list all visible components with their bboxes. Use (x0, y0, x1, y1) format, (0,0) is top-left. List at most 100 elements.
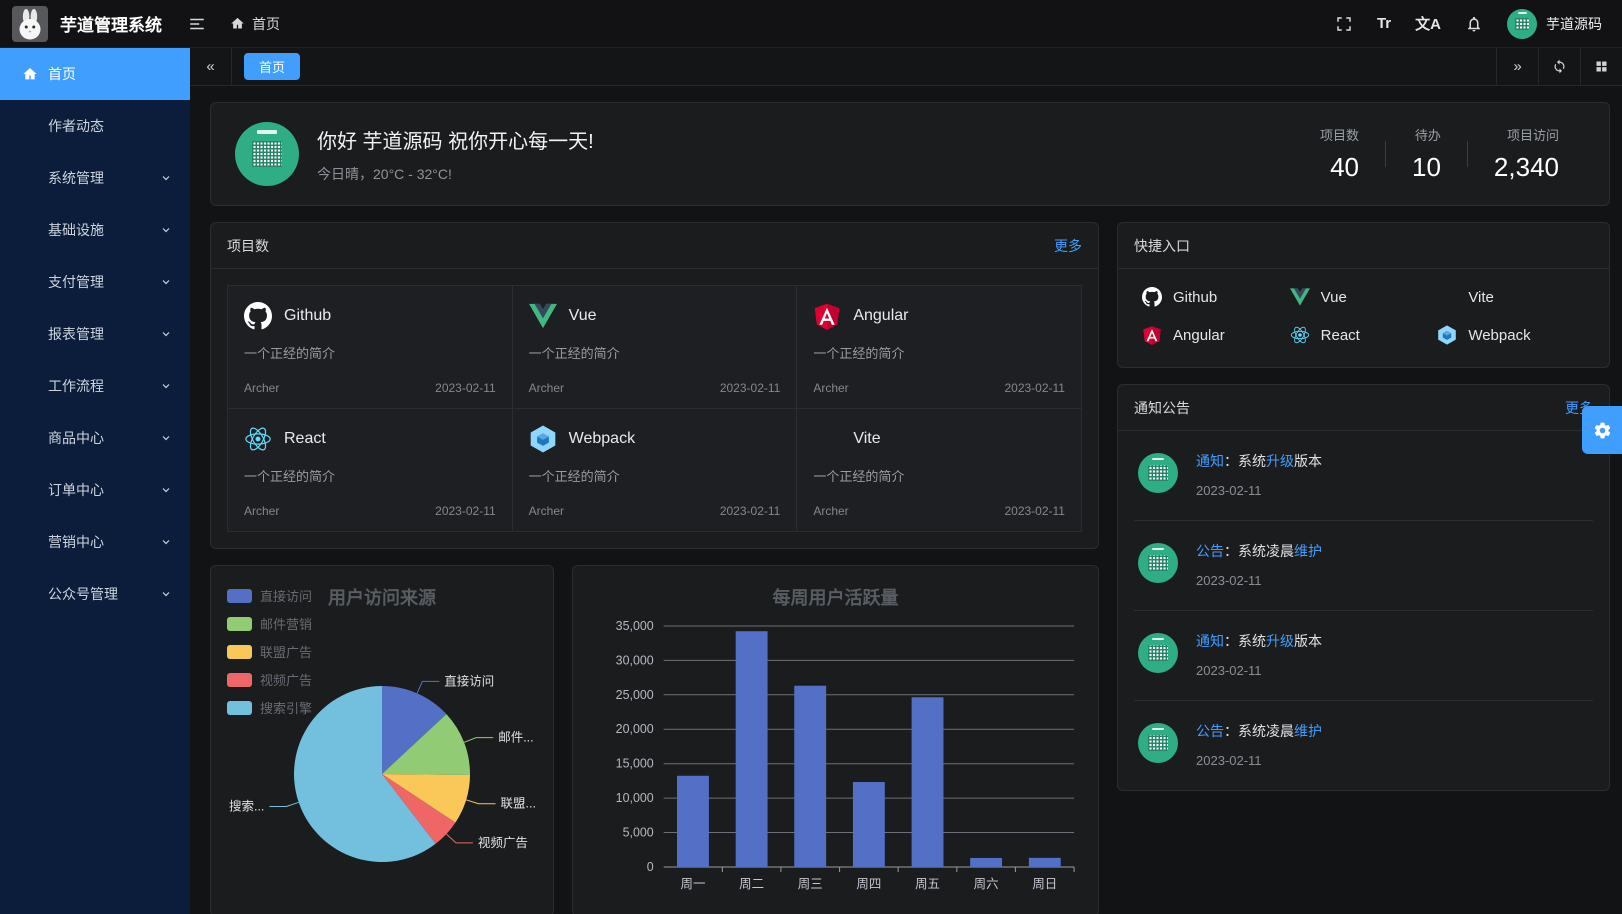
sidebar-item-7[interactable]: 商品中心 (0, 412, 190, 464)
bar-5 (970, 858, 1002, 867)
pie-label: 视频广告 (478, 835, 528, 850)
pie-legend: 直接访问 邮件营销 联盟广告 视频广告 搜索引擎 (227, 586, 312, 717)
sidebar: 首页作者动态系统管理基础设施支付管理报表管理工作流程商品中心订单中心营销中心公众… (0, 48, 190, 914)
projects-more-link[interactable]: 更多 (1054, 236, 1082, 256)
shortcut-label: Vue (1321, 289, 1347, 306)
notices-card: 通知公告 更多 通知：系统升级版本 2023-02-11 公告：系统凌晨维护 2… (1117, 384, 1610, 791)
github-icon (244, 302, 272, 330)
notice-avatar (1138, 453, 1178, 493)
project-name: Webpack (569, 430, 635, 448)
y-tick-label: 10,000 (616, 791, 654, 805)
github-icon (1142, 287, 1162, 307)
sidebar-item-9[interactable]: 营销中心 (0, 516, 190, 568)
vue-icon (529, 302, 557, 330)
locale-button[interactable]: 文A (1415, 13, 1441, 34)
collapse-sidebar-button[interactable] (188, 15, 206, 33)
react-icon (244, 425, 272, 453)
legend-swatch (227, 645, 252, 659)
pie-label-line (464, 738, 493, 743)
project-author: Archer (813, 381, 848, 395)
sidebar-item-1[interactable]: 作者动态 (0, 100, 190, 152)
home-icon (230, 16, 245, 31)
project-author: Archer (244, 381, 279, 395)
sidebar-item-label: 支付管理 (48, 272, 160, 292)
fullscreen-button[interactable] (1335, 15, 1353, 33)
pie-legend-item-2[interactable]: 联盟广告 (227, 642, 312, 661)
pie-legend-item-4[interactable]: 搜索引擎 (227, 698, 312, 717)
shortcut-label: Webpack (1468, 327, 1530, 344)
pie-legend-item-3[interactable]: 视频广告 (227, 670, 312, 689)
legend-swatch (227, 617, 252, 631)
sidebar-item-10[interactable]: 公众号管理 (0, 568, 190, 620)
notice-text-segment: ：系统 (1224, 633, 1266, 649)
tabs-scroll-left-button[interactable]: « (190, 48, 232, 85)
sidebar-item-4[interactable]: 支付管理 (0, 256, 190, 308)
project-tile-webpack[interactable]: Webpack 一个正经的简介 Archer 2023-02-11 (513, 409, 797, 531)
bar-chart-card: 每周用户活跃量 05,00010,00015,00020,00025,00030… (572, 565, 1099, 914)
notice-text-segment: ：系统 (1224, 453, 1266, 469)
grid-icon (1594, 59, 1609, 74)
pie-label-line (466, 800, 495, 804)
sidebar-item-label: 系统管理 (48, 168, 160, 188)
notifications-button[interactable] (1465, 15, 1483, 33)
sidebar-item-label: 首页 (48, 64, 172, 84)
legend-label: 联盟广告 (260, 642, 312, 661)
project-tile-react[interactable]: React 一个正经的简介 Archer 2023-02-11 (228, 409, 512, 531)
notice-title: 通知：系统升级版本 (1196, 451, 1322, 471)
sidebar-item-0[interactable]: 首页 (0, 48, 190, 100)
angular-icon (1142, 325, 1162, 345)
chevron-down-icon (160, 380, 172, 392)
refresh-page-button[interactable] (1538, 48, 1580, 85)
shortcut-react[interactable]: React (1290, 325, 1438, 345)
shortcut-github[interactable]: Github (1142, 287, 1290, 307)
welcome-stat: 项目数 40 (1294, 125, 1385, 183)
pie-legend-item-0[interactable]: 直接访问 (227, 586, 312, 605)
y-tick-label: 20,000 (616, 722, 654, 736)
project-tile-github[interactable]: Github 一个正经的简介 Archer 2023-02-11 (228, 286, 512, 408)
chevron-down-icon (160, 276, 172, 288)
legend-label: 搜索引擎 (260, 698, 312, 717)
sidebar-item-label: 商品中心 (48, 428, 160, 448)
project-tile-vite[interactable]: Vite 一个正经的简介 Archer 2023-02-11 (797, 409, 1081, 531)
shortcut-webpack[interactable]: Webpack (1437, 325, 1585, 345)
bar-6 (1029, 858, 1061, 867)
project-tile-vue[interactable]: Vue 一个正经的简介 Archer 2023-02-11 (513, 286, 797, 408)
theme-settings-button[interactable] (1582, 406, 1622, 454)
shortcut-label: Vite (1468, 289, 1494, 306)
sidebar-item-5[interactable]: 报表管理 (0, 308, 190, 360)
bell-icon (1465, 15, 1483, 33)
notice-item-3[interactable]: 公告：系统凌晨维护 2023-02-11 (1134, 700, 1593, 790)
x-tick-label: 周一 (681, 877, 706, 891)
project-author: Archer (244, 504, 279, 518)
shortcut-angular[interactable]: Angular (1142, 325, 1290, 345)
shortcut-vue[interactable]: Vue (1290, 287, 1438, 307)
welcome-weather: 今日晴，20°C - 32°C! (317, 164, 594, 184)
project-tile-angular[interactable]: Angular 一个正经的简介 Archer 2023-02-11 (797, 286, 1081, 408)
user-menu[interactable]: 芋道源码 (1507, 9, 1602, 39)
sidebar-item-8[interactable]: 订单中心 (0, 464, 190, 516)
notice-item-0[interactable]: 通知：系统升级版本 2023-02-11 (1134, 431, 1593, 520)
welcome-greeting: 你好 芋道源码 祝你开心每一天! (317, 125, 594, 154)
sidebar-item-2[interactable]: 系统管理 (0, 152, 190, 204)
tab-0[interactable]: 首页 (244, 53, 300, 80)
pie-label: 邮件... (498, 731, 533, 745)
notice-text-segment: 版本 (1294, 633, 1322, 649)
notice-text-segment: 公告 (1196, 543, 1224, 559)
app-logo (12, 6, 48, 42)
sidebar-item-6[interactable]: 工作流程 (0, 360, 190, 412)
notice-title: 通知：系统升级版本 (1196, 631, 1322, 651)
font-size-button[interactable]: Tr (1377, 15, 1391, 32)
sidebar-item-3[interactable]: 基础设施 (0, 204, 190, 256)
notice-item-2[interactable]: 通知：系统升级版本 2023-02-11 (1134, 610, 1593, 700)
stat-label: 项目访问 (1494, 125, 1559, 144)
breadcrumb[interactable]: 首页 (230, 14, 280, 34)
chevron-down-icon (160, 536, 172, 548)
shortcut-vite[interactable]: Vite (1437, 287, 1585, 307)
notice-item-1[interactable]: 公告：系统凌晨维护 2023-02-11 (1134, 520, 1593, 610)
project-desc: 一个正经的简介 (244, 343, 496, 362)
layout-grid-button[interactable] (1580, 48, 1622, 85)
pie-legend-item-1[interactable]: 邮件营销 (227, 614, 312, 633)
vite-icon (813, 425, 841, 453)
tabs-scroll-right-button[interactable]: » (1496, 48, 1538, 85)
project-desc: 一个正经的简介 (813, 466, 1065, 485)
